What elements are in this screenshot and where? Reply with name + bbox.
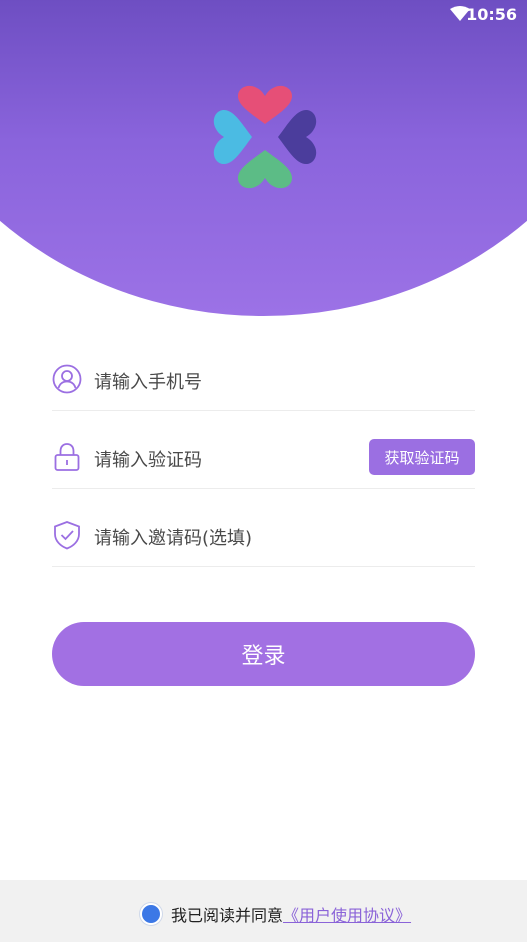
- invite-field[interactable]: 请输入邀请码(选填): [52, 506, 475, 567]
- agree-checkbox[interactable]: [140, 903, 162, 925]
- shield-check-icon: [54, 521, 80, 550]
- phone-input[interactable]: 请输入手机号: [94, 368, 202, 394]
- get-code-button[interactable]: 获取验证码: [369, 439, 475, 475]
- agreement-row: 我已阅读并同意 《用户使用协议》: [140, 902, 411, 926]
- status-bar: 10:56: [0, 0, 527, 30]
- invite-input[interactable]: 请输入邀请码(选填): [94, 524, 252, 550]
- app-logo: [213, 85, 317, 189]
- code-input[interactable]: 请输入验证码: [94, 446, 202, 472]
- agreement-bar: 我已阅读并同意 《用户使用协议》: [0, 880, 527, 942]
- login-button[interactable]: 登录: [52, 622, 475, 686]
- lock-icon: [54, 443, 80, 471]
- phone-field[interactable]: 请输入手机号: [52, 350, 475, 411]
- user-agreement-link[interactable]: 《用户使用协议》: [283, 902, 411, 926]
- agreement-text: 我已阅读并同意: [171, 906, 284, 925]
- user-icon: [52, 364, 82, 394]
- code-field[interactable]: 请输入验证码 获取验证码: [52, 428, 475, 489]
- status-time: 10:56: [466, 5, 517, 24]
